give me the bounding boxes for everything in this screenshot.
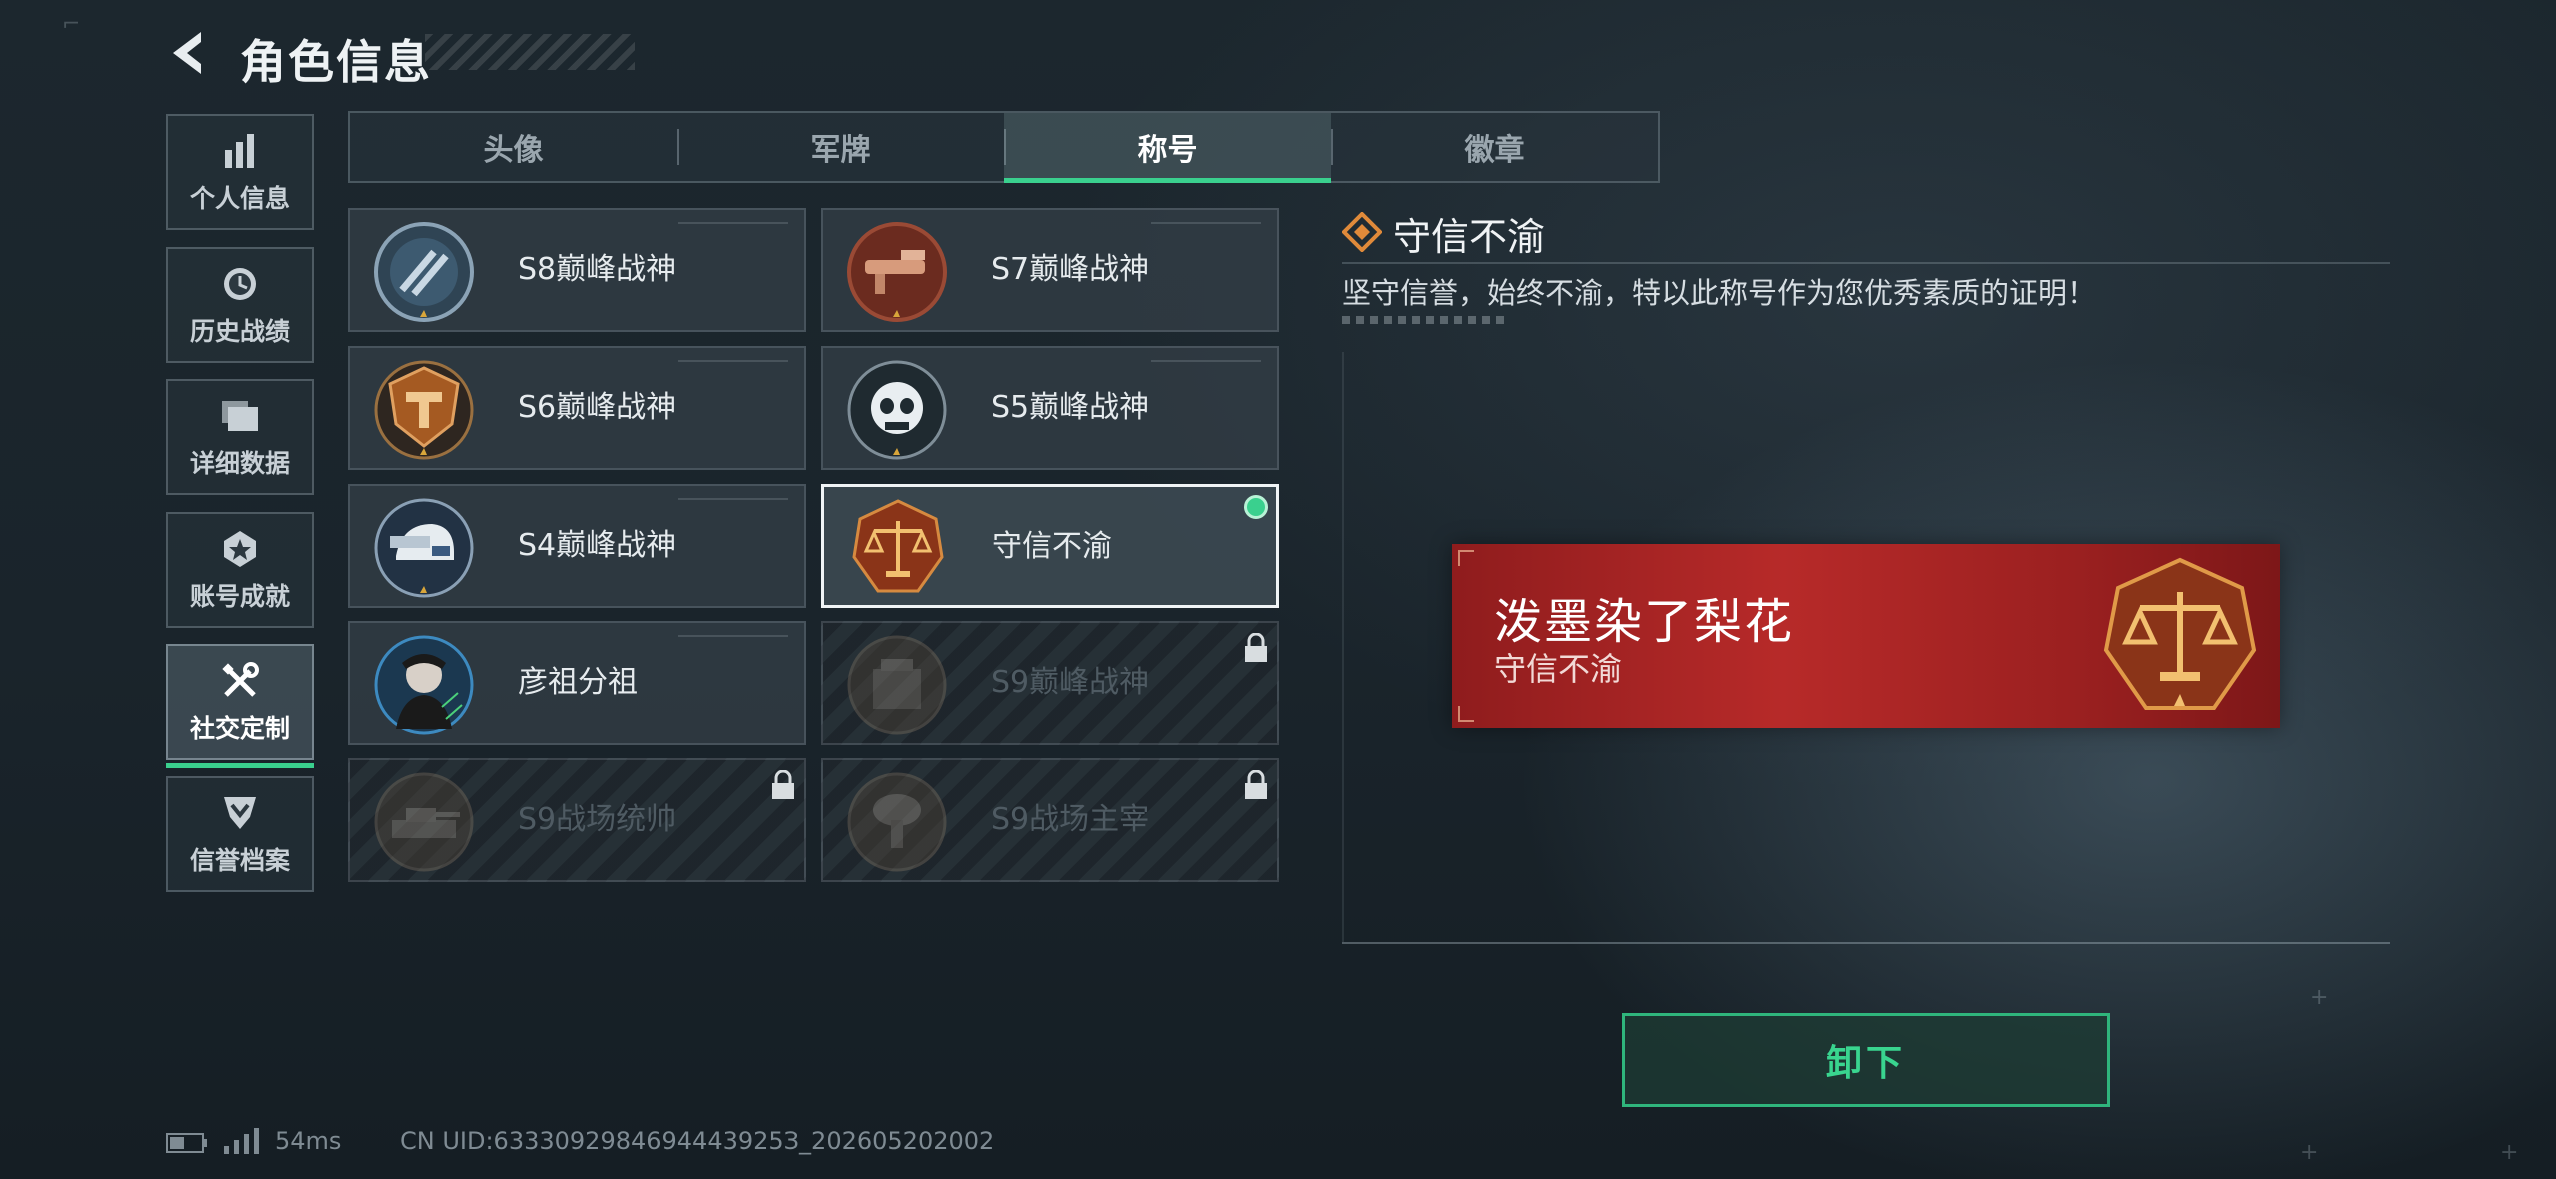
- sidebar-item-detailed-data[interactable]: 详细数据: [166, 379, 314, 495]
- portrait-emblem-icon: [374, 635, 474, 735]
- divider: [1342, 262, 2390, 264]
- title-name: S8巅峰战神: [518, 252, 677, 287]
- bar-chart-icon: [218, 129, 262, 173]
- sidebar-item-label: 个人信息: [189, 184, 290, 213]
- lock-icon: [1245, 633, 1267, 662]
- title-card-s4[interactable]: S4巅峰战神: [348, 484, 806, 608]
- sidebar-item-match-history[interactable]: 历史战绩: [166, 247, 314, 363]
- folder-icon: [218, 394, 262, 438]
- tab-dog-tag[interactable]: 军牌: [677, 113, 1004, 181]
- sidebar-item-label: 社交定制: [189, 714, 290, 743]
- title-name: S7巅峰战神: [991, 252, 1150, 287]
- title-card-s7[interactable]: S7巅峰战神: [821, 208, 1279, 332]
- selected-indicator-icon: [1244, 495, 1268, 519]
- tab-title[interactable]: 称号: [1004, 113, 1331, 183]
- title-card-selected[interactable]: 守信不渝: [821, 484, 1279, 608]
- sidebar-item-achievements[interactable]: 账号成就: [166, 512, 314, 628]
- title-decoration: [425, 34, 635, 70]
- ping-text: 54ms: [275, 1127, 342, 1155]
- title-preview-banner: 泼墨染了梨花 守信不渝: [1452, 544, 2280, 728]
- scales-of-justice-icon: [2103, 557, 2257, 710]
- title-card-s6[interactable]: S6巅峰战神: [348, 346, 806, 470]
- s9-emblem-icon: [847, 635, 947, 735]
- title-name: S9巅峰战神: [991, 665, 1150, 700]
- lock-icon: [772, 770, 794, 799]
- sidebar-item-label: 历史战绩: [189, 317, 290, 346]
- page-title: 角色信息: [240, 35, 432, 89]
- title-name: S6巅峰战神: [518, 390, 677, 425]
- title-card-custom[interactable]: 彦祖分祖: [348, 621, 806, 745]
- title-diamond-icon: [1342, 212, 1382, 252]
- shield-icon: [218, 791, 262, 835]
- selected-title-name: 守信不渝: [1393, 215, 1546, 259]
- scales-of-justice-icon: [852, 499, 944, 593]
- sidebar-item-label: 账号成就: [189, 582, 290, 611]
- sidebar-item-label: 信誉档案: [189, 846, 290, 875]
- unequip-button[interactable]: 卸下: [1622, 1013, 2110, 1107]
- s7-emblem-icon: [847, 222, 947, 322]
- title-name: S9战场主宰: [991, 802, 1150, 837]
- lock-icon: [1245, 770, 1267, 799]
- back-arrow-icon[interactable]: [165, 28, 215, 78]
- mushroom-cloud-emblem-icon: [847, 772, 947, 872]
- title-name: 彦祖分祖: [518, 665, 638, 700]
- decorative-dashes: [1342, 316, 1507, 324]
- uid-text: CN UID:6333092984694443925З_202605202002: [400, 1127, 995, 1155]
- achievement-icon: [218, 527, 262, 571]
- selected-title-description: 坚守信誉，始终不渝，特以此称号作为您优秀素质的证明！: [1342, 276, 2097, 310]
- player-name: 泼墨染了梨花: [1494, 594, 1795, 650]
- title-name: S5巅峰战神: [991, 390, 1150, 425]
- title-card-s8[interactable]: S8巅峰战神: [348, 208, 806, 332]
- title-name: S9战场统帅: [518, 802, 677, 837]
- history-icon: [218, 262, 262, 306]
- divider: [1342, 942, 2390, 944]
- tools-icon: [218, 659, 262, 703]
- title-card-s5[interactable]: S5巅峰战神: [821, 346, 1279, 470]
- title-name: 守信不渝: [992, 529, 1112, 564]
- tab-bar: 头像 军牌 称号 徽章: [348, 111, 1660, 183]
- sidebar-item-personal-info[interactable]: 个人信息: [166, 114, 314, 230]
- s5-emblem-icon: [847, 360, 947, 460]
- tab-badge[interactable]: 徽章: [1331, 113, 1658, 181]
- preview-title-name: 守信不渝: [1494, 650, 1623, 688]
- s6-emblem-icon: [374, 360, 474, 460]
- sidebar-item-label: 详细数据: [189, 449, 290, 478]
- signal-icon: [224, 1128, 259, 1154]
- battery-icon: [166, 1133, 207, 1153]
- title-name: S4巅峰战神: [518, 528, 677, 563]
- tank-emblem-icon: [374, 772, 474, 872]
- sidebar-item-social-customization[interactable]: 社交定制: [166, 644, 314, 768]
- title-card-s9-commander-locked[interactable]: S9战场统帅: [348, 758, 806, 882]
- s8-emblem-icon: [374, 222, 474, 322]
- s4-emblem-icon: [374, 498, 474, 598]
- title-card-s9-dominator-locked[interactable]: S9战场主宰: [821, 758, 1279, 882]
- tab-avatar[interactable]: 头像: [350, 113, 677, 181]
- preview-frame: [1342, 352, 1344, 942]
- title-card-s9-locked[interactable]: S9巅峰战神: [821, 621, 1279, 745]
- sidebar-item-credit-record[interactable]: 信誉档案: [166, 776, 314, 892]
